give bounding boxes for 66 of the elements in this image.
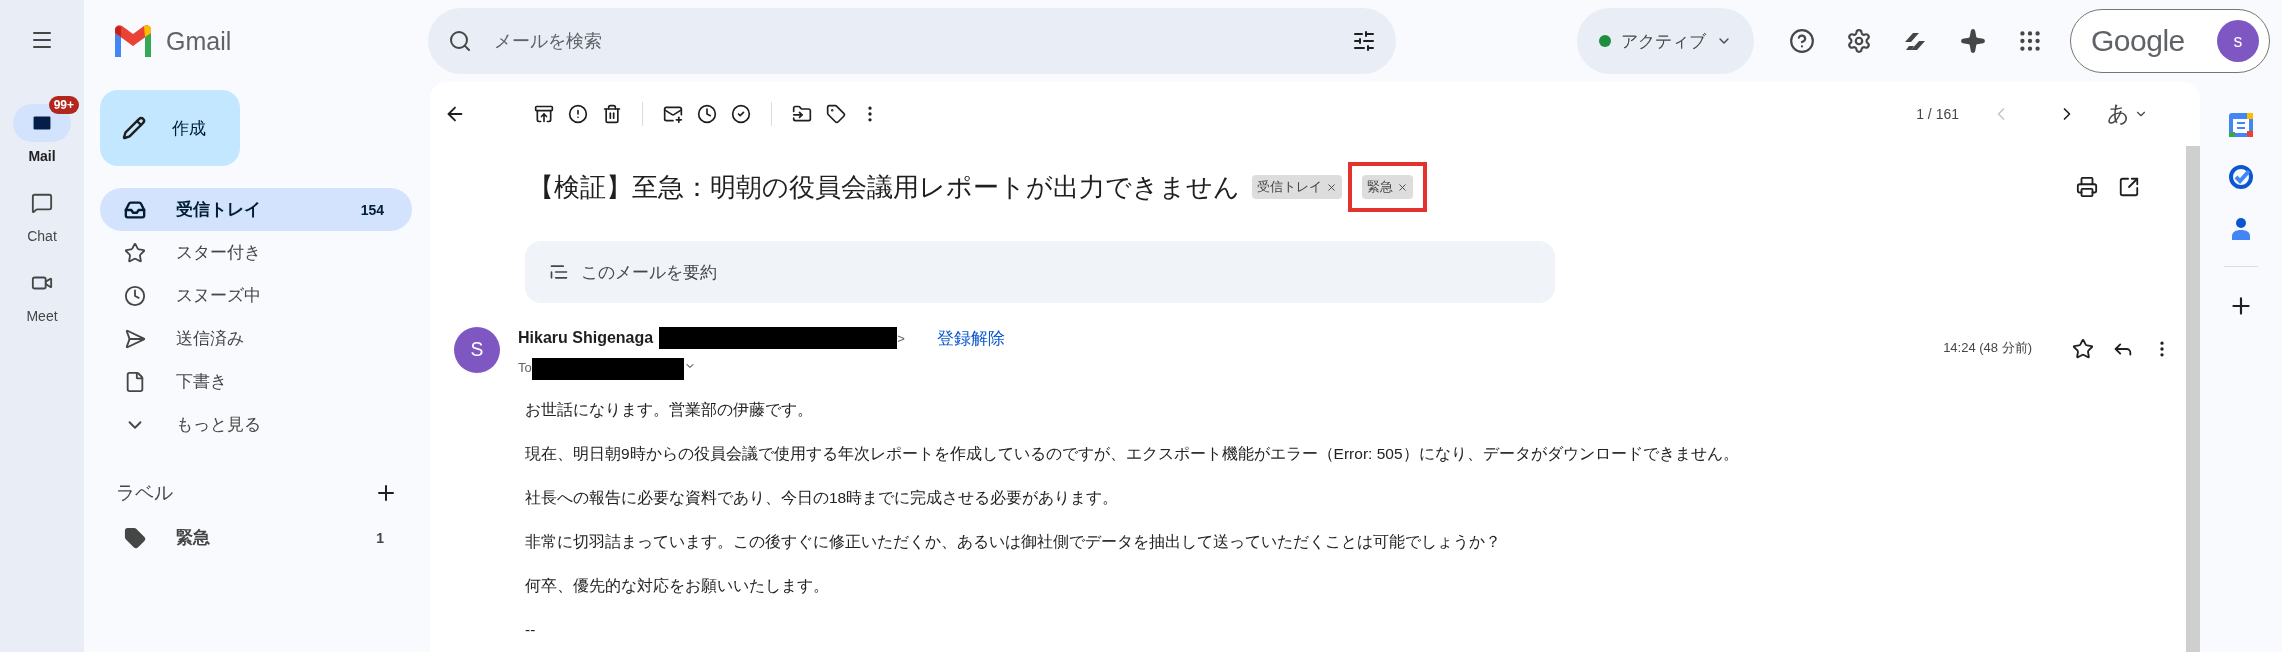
- email-subject: 【検証】至急：明朝の役員会議用レポートが出力できません: [528, 171, 1240, 204]
- summarize-button[interactable]: このメールを要約: [525, 241, 1555, 303]
- status-dot: [1599, 35, 1611, 47]
- pager-text: 1 / 161: [1916, 105, 1959, 122]
- label-icon[interactable]: [826, 103, 846, 124]
- archive-icon[interactable]: [534, 103, 554, 124]
- close-icon[interactable]: [1326, 182, 1337, 193]
- folder-item[interactable]: 下書き: [100, 360, 412, 403]
- body-paragraph: --: [525, 620, 537, 640]
- email-bracket: >: [897, 331, 905, 346]
- body-paragraph: 現在、明日朝9時からの役員会議で使用する年次レポートを作成しているのですが、エクスポート機能がエラー（Error: 505）になり、データがダウンロードできません。: [525, 444, 1740, 464]
- body-paragraph: 社長への報告に必要な資料であり、今日の18時までに完成させる必要があります。: [525, 488, 1120, 508]
- star-icon: [124, 241, 146, 264]
- close-icon[interactable]: [1397, 182, 1408, 193]
- rail-label: Chat: [27, 228, 57, 244]
- sent-time: 14:24 (48 分前): [1943, 339, 2032, 357]
- scrollbar[interactable]: [2186, 146, 2200, 652]
- input-method-button[interactable]: あ: [2101, 97, 2154, 130]
- label-chip[interactable]: 受信トレイ: [1252, 175, 1342, 200]
- clock-icon[interactable]: [697, 103, 717, 124]
- star-icon[interactable]: [2072, 338, 2094, 360]
- unread-badge: 99+: [48, 96, 79, 114]
- folder-item[interactable]: 送信済み: [100, 317, 412, 360]
- sender-name: Hikaru Shigenaga: [518, 329, 654, 348]
- body-paragraph: 何卒、優先的な対応をお願いいたします。: [525, 576, 830, 596]
- folder-item[interactable]: スター付き: [100, 231, 412, 274]
- rail-label: Meet: [26, 308, 58, 324]
- new-window-icon[interactable]: [2118, 176, 2140, 199]
- print-icon[interactable]: [2076, 176, 2098, 199]
- sender-avatar: S: [454, 327, 500, 373]
- rail-item[interactable]: Meet: [13, 264, 71, 324]
- send-icon: [124, 327, 146, 350]
- inbox-icon: [124, 198, 146, 221]
- rail-label: Mail: [28, 148, 56, 164]
- document-icon: [124, 370, 146, 393]
- body-paragraph: 非常に切羽詰まっています。この後すぐに修正いただくか、あるいは御社側でデータを抽出して送っていただくことは可能でしょうか？: [525, 532, 1502, 552]
- chat-icon: [31, 192, 53, 214]
- account-button[interactable]: Google s: [2070, 9, 2270, 73]
- folder-item[interactable]: もっと見る: [100, 403, 412, 446]
- status-button[interactable]: アクティブ: [1577, 8, 1754, 74]
- app-name: Gmail: [166, 26, 232, 56]
- search-bar[interactable]: メールを検索: [428, 8, 1396, 74]
- body-paragraph: お世話になります。営業部の伊藤です。: [525, 400, 814, 420]
- label-item[interactable]: 緊急 1: [100, 516, 412, 559]
- compose-button[interactable]: 作成: [100, 90, 240, 166]
- tasks-icon[interactable]: [2228, 164, 2254, 190]
- add-task-icon[interactable]: [731, 103, 751, 124]
- filter-icon[interactable]: [1352, 29, 1376, 53]
- clock-icon: [124, 284, 146, 307]
- label-icon: [124, 526, 146, 549]
- folder-item[interactable]: 受信トレイ 154: [100, 188, 412, 231]
- folder-icon[interactable]: [792, 103, 812, 124]
- unsubscribe-link[interactable]: 登録解除: [936, 327, 1005, 350]
- calendar-icon[interactable]: [2228, 112, 2254, 138]
- trash-icon[interactable]: [602, 103, 622, 124]
- pencil-icon: [122, 116, 146, 140]
- search-icon: [448, 29, 472, 53]
- alert-icon[interactable]: [568, 103, 588, 124]
- folder-item[interactable]: スヌーズ中: [100, 274, 412, 317]
- contacts-icon[interactable]: [2230, 216, 2252, 240]
- section-title: ラベル: [116, 481, 173, 505]
- rail-item[interactable]: Chat: [13, 184, 71, 244]
- search-field[interactable]: メールを検索: [492, 29, 1332, 53]
- gmail-logo-icon: [112, 25, 154, 57]
- recipient-label: To: [518, 360, 532, 376]
- label-chip[interactable]: 緊急: [1362, 175, 1413, 200]
